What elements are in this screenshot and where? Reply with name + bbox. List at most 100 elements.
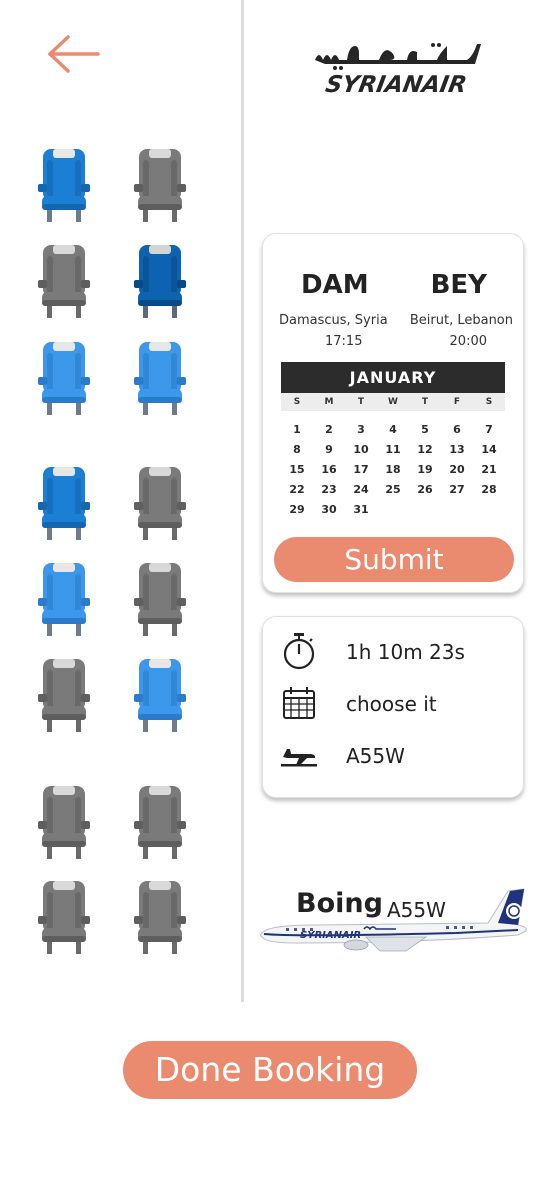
calendar-day[interactable]: 1 — [281, 422, 313, 437]
destination-city: Beirut, Lebanon — [409, 313, 513, 328]
seat-icon — [38, 659, 90, 732]
seat-icon — [38, 563, 90, 636]
svg-text:SYRIANAIR: SYRIANAIR — [300, 930, 361, 941]
aircraft-title: Boing — [296, 888, 383, 919]
weekday-label: S — [485, 397, 493, 407]
seat-icon — [134, 245, 186, 318]
seat-icon — [134, 563, 186, 636]
seat-icon — [38, 342, 90, 415]
calendar-day[interactable]: 12 — [409, 442, 441, 457]
calendar-day[interactable]: 27 — [441, 482, 473, 497]
calendar-day[interactable]: 29 — [281, 502, 313, 517]
aircraft-model: A55W — [387, 898, 446, 922]
stopwatch-icon — [283, 633, 315, 670]
weekday-label: T — [357, 397, 365, 407]
calendar-day[interactable]: 28 — [473, 482, 505, 497]
seat-icon — [134, 659, 186, 732]
calendar-day[interactable]: 2 — [313, 422, 345, 437]
seat-8-right[interactable] — [132, 878, 188, 958]
seat-icon — [134, 342, 186, 415]
destination-code: BEY — [430, 270, 487, 300]
calendar-day[interactable]: 30 — [313, 502, 345, 517]
weekday-label: T — [421, 397, 429, 407]
seat-6-right[interactable] — [132, 656, 188, 736]
seat-7-right[interactable] — [132, 783, 188, 863]
seat-icon — [134, 149, 186, 222]
seat-icon — [134, 467, 186, 540]
calendar-day[interactable]: 6 — [441, 422, 473, 437]
calendar-day[interactable]: 23 — [313, 482, 345, 497]
date-row[interactable]: choose it — [281, 683, 511, 723]
flight-number: A55W — [346, 744, 405, 768]
seat-1-left[interactable] — [36, 146, 92, 226]
seat-4-right[interactable] — [132, 464, 188, 544]
seat-2-left[interactable] — [36, 242, 92, 322]
seat-icon — [38, 245, 90, 318]
calendar-day[interactable]: 21 — [473, 462, 505, 477]
done-booking-button[interactable]: Done Booking — [123, 1041, 417, 1099]
calendar-day[interactable]: 4 — [377, 422, 409, 437]
booking-card: DAM BEY Damascus, Syria Beirut, Lebanon … — [262, 233, 524, 593]
calendar-day[interactable]: 3 — [345, 422, 377, 437]
weekday-label: M — [324, 397, 334, 407]
seat-5-left[interactable] — [36, 560, 92, 640]
calendar-day[interactable]: 20 — [441, 462, 473, 477]
seat-6-left[interactable] — [36, 656, 92, 736]
calendar-day[interactable]: 10 — [345, 442, 377, 457]
calendar-day[interactable]: 18 — [377, 462, 409, 477]
seat-2-right[interactable] — [132, 242, 188, 322]
calendar-day[interactable]: 11 — [377, 442, 409, 457]
calendar-day[interactable]: 7 — [473, 422, 505, 437]
calendar-day[interactable]: 8 — [281, 442, 313, 457]
seat-4-left[interactable] — [36, 464, 92, 544]
calendar-day[interactable]: 17 — [345, 462, 377, 477]
calendar-days: 1 2 3 4 5 6 7 8 9 10 11 12 13 14 15 16 17 18 19 20 21 22 23 24 2… — [281, 422, 505, 517]
seat-8-left[interactable] — [36, 878, 92, 958]
calendar-weekdays: SMTWTFS — [281, 393, 505, 411]
seat-3-left[interactable] — [36, 339, 92, 419]
weekday-label: S — [293, 397, 301, 407]
syrianair-logo: SYRIANAIR — [305, 40, 487, 110]
duration-label: 1h 10m 23s — [346, 640, 465, 664]
flight-info-card: 1h 10m 23s choose it A55W — [262, 616, 524, 798]
calendar-day[interactable]: 19 — [409, 462, 441, 477]
seat-5-right[interactable] — [132, 560, 188, 640]
calendar-day[interactable]: 16 — [313, 462, 345, 477]
seat-icon — [134, 881, 186, 954]
submit-button[interactable]: Submit — [274, 537, 514, 582]
logo-latin: SYRIANAIR — [323, 72, 469, 98]
airplane-icon — [281, 749, 317, 767]
calendar-day[interactable]: 14 — [473, 442, 505, 457]
calendar-month: JANUARY — [281, 362, 505, 393]
duration-row: 1h 10m 23s — [281, 631, 511, 671]
calendar-day[interactable]: 15 — [281, 462, 313, 477]
calendar-icon — [283, 687, 315, 719]
calendar-day[interactable]: 24 — [345, 482, 377, 497]
seat-icon — [38, 881, 90, 954]
calendar-day[interactable]: 5 — [409, 422, 441, 437]
seat-3-right[interactable] — [132, 339, 188, 419]
seat-7-left[interactable] — [36, 783, 92, 863]
seat-icon — [134, 786, 186, 859]
calendar-day[interactable]: 22 — [281, 482, 313, 497]
calendar: JANUARY SMTWTFS 1 2 3 4 5 6 7 8 9 10 11 12 13 14 15 16 1… — [281, 362, 505, 517]
seat-map — [0, 0, 240, 1000]
seat-icon — [38, 786, 90, 859]
weekday-label: F — [453, 397, 461, 407]
flight-row: A55W — [281, 735, 511, 775]
weekday-label: W — [388, 397, 398, 407]
departure-time: 17:15 — [325, 334, 363, 349]
calendar-day[interactable]: 26 — [409, 482, 441, 497]
seat-icon — [38, 467, 90, 540]
panel-divider — [241, 0, 244, 1002]
origin-city: Damascus, Syria — [279, 313, 388, 328]
calendar-day[interactable]: 25 — [377, 482, 409, 497]
calendar-day[interactable]: 31 — [345, 502, 377, 517]
arrival-time: 20:00 — [449, 334, 487, 349]
seat-icon — [38, 149, 90, 222]
date-label: choose it — [346, 692, 437, 716]
calendar-day[interactable]: 9 — [313, 442, 345, 457]
seat-1-right[interactable] — [132, 146, 188, 226]
calendar-day[interactable]: 13 — [441, 442, 473, 457]
logo-arabic-script — [315, 43, 481, 70]
